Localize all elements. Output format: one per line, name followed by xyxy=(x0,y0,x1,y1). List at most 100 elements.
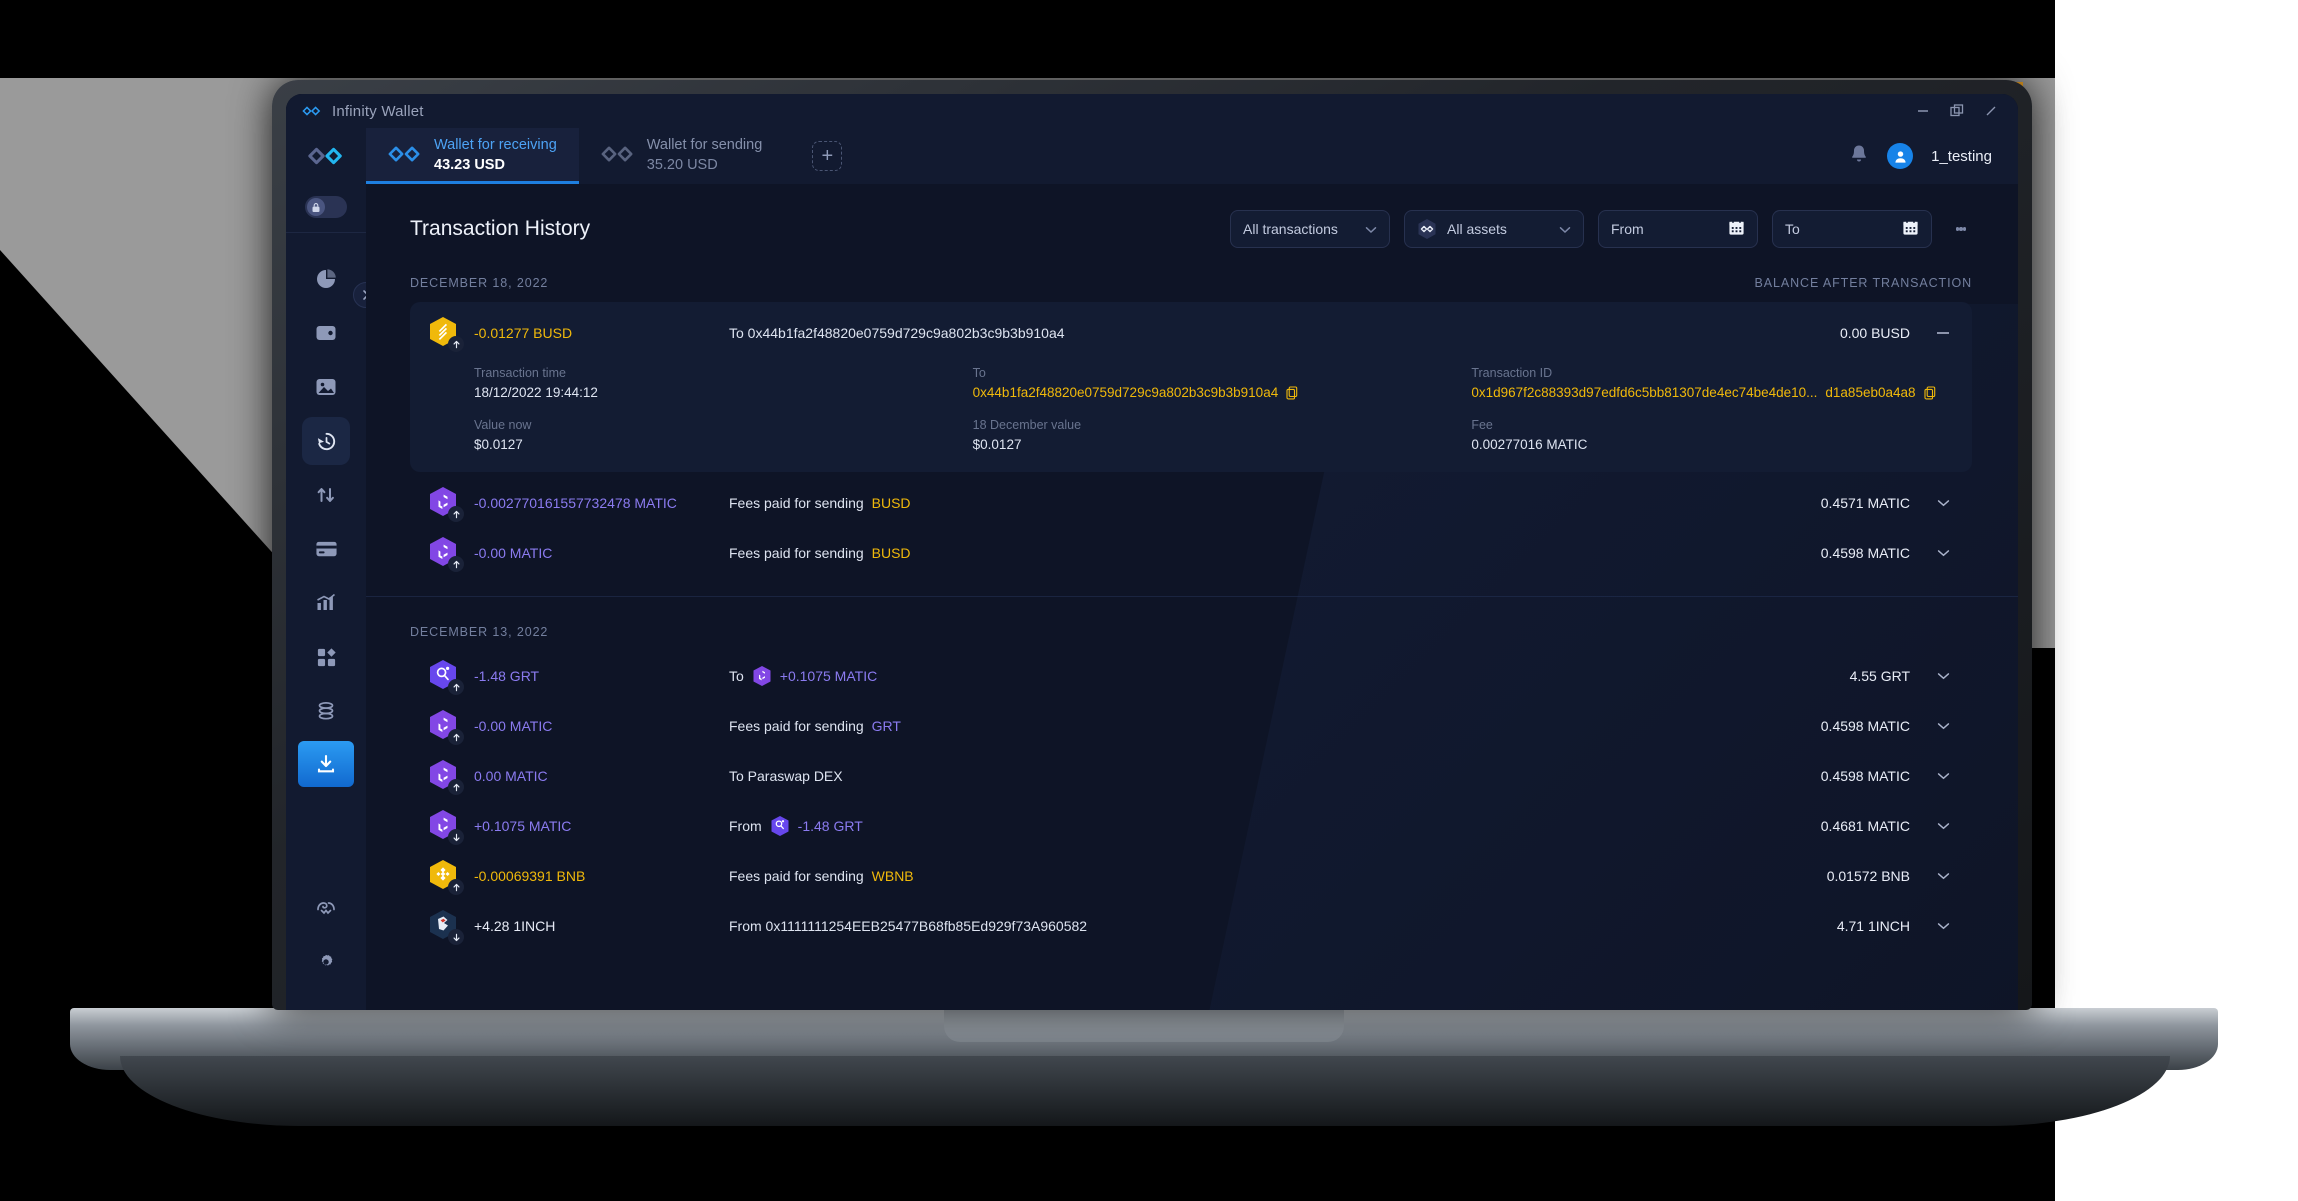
transaction-description: To Paraswap DEX xyxy=(729,768,843,784)
laptop-foot xyxy=(120,1056,2170,1126)
wallet-tab-balance: 35.20 USD xyxy=(646,157,718,173)
sidebar-item-nfts[interactable] xyxy=(302,363,350,411)
window-minimize-button[interactable] xyxy=(1906,98,1940,124)
wallet-tab-receiving[interactable]: Wallet for receiving 43.23 USD xyxy=(366,128,579,184)
more-options-button[interactable] xyxy=(1946,210,1976,248)
transaction-description: From -1.48 GRT xyxy=(729,815,1740,837)
sidebar-item-settings[interactable] xyxy=(302,938,350,986)
date-from-field[interactable]: From xyxy=(1598,210,1758,248)
transaction-row[interactable]: -0.002770161557732478 MATIC Fees paid fo… xyxy=(410,478,1972,528)
detail-value-row: 0x44b1fa2f48820e0759d729c9a802b3c9b3b910… xyxy=(973,385,1452,400)
sidebar-item-staking[interactable] xyxy=(302,687,350,735)
sidebar-bottom-nav xyxy=(302,884,350,1010)
balance-after: 0.4598 MATIC xyxy=(1820,545,1910,561)
date-from-value: From xyxy=(1611,221,1644,237)
balance-after: 0.00 BUSD xyxy=(1839,325,1910,341)
description-token: GRT xyxy=(871,718,901,734)
transaction-row[interactable]: -0.00069391 BNB Fees paid for sending WB… xyxy=(410,851,1972,901)
coin-icon-matic-inline xyxy=(752,665,772,687)
transaction-row[interactable]: +4.28 1INCH From 0x1111111254EEB25477B68… xyxy=(410,901,1972,951)
sidebar-item-support[interactable] xyxy=(302,884,350,932)
notifications-bell-icon[interactable] xyxy=(1849,143,1869,170)
expand-toggle-icon[interactable] xyxy=(1910,672,1950,680)
direction-out-icon xyxy=(448,556,464,572)
filter-toolbar: All transactions All assets From To xyxy=(1230,210,1976,248)
sidebar-item-swap[interactable] xyxy=(302,471,350,519)
detail-fee: Fee 0.00277016 MATIC xyxy=(1471,418,1950,452)
transaction-amount: -0.002770161557732478 MATIC xyxy=(474,495,677,511)
calendar-icon xyxy=(1728,219,1745,239)
section-date-label: DECEMBER 13, 2022 xyxy=(410,625,549,639)
chevron-down-icon xyxy=(1365,221,1377,237)
transaction-description: To 0x44b1fa2f48820e0759d729c9a802b3c9b3b… xyxy=(729,325,1065,341)
transaction-description: From 0x1111111254EEB25477B68fb85Ed929f73… xyxy=(729,918,1088,934)
date-to-value: To xyxy=(1785,221,1800,237)
detail-label: Fee xyxy=(1471,418,1493,432)
lock-icon xyxy=(307,198,325,216)
detail-value-suffix: d1a85eb0a4a8 xyxy=(1825,385,1916,400)
laptop-screen-frame: Infinity Wallet Wallet for receiving 43.… xyxy=(272,80,2032,1010)
detail-value: 0x44b1fa2f48820e0759d729c9a802b3c9b3b910… xyxy=(972,385,1279,400)
transaction-summary[interactable]: -0.01277 BUSD To 0x44b1fa2f48820e0759d72… xyxy=(428,316,1950,352)
transaction-list-dec13: -1.48 GRT To +0.1075 MATIC 4.55 GRT -0.0… xyxy=(366,651,2018,951)
expand-toggle-icon[interactable] xyxy=(1910,499,1950,507)
description-token: BUSD xyxy=(871,545,911,561)
detail-transaction-id: Transaction ID 0x1d967f2c88393d97edfd6c5… xyxy=(1471,366,1950,400)
calendar-icon xyxy=(1902,219,1919,239)
wallet-tab-balance: 43.23 USD xyxy=(434,157,505,173)
description-text: Fees paid for sending xyxy=(729,718,864,734)
expand-toggle-icon[interactable] xyxy=(1910,722,1950,730)
description-text: From xyxy=(729,818,762,834)
expand-toggle-icon[interactable] xyxy=(1910,549,1950,557)
laptop-display: Infinity Wallet Wallet for receiving 43.… xyxy=(286,94,2018,1010)
user-avatar[interactable] xyxy=(1887,143,1914,169)
detail-to-address: To 0x44b1fa2f48820e0759d729c9a802b3c9b3b… xyxy=(973,366,1452,400)
collapse-toggle-icon[interactable] xyxy=(1910,331,1950,335)
window-close-button[interactable] xyxy=(1974,98,2008,124)
main-content: Transaction History All transactions All… xyxy=(366,184,2018,1010)
transaction-type-value: All transactions xyxy=(1243,221,1338,237)
transaction-amount: -0.00 MATIC xyxy=(474,718,553,734)
transaction-row[interactable]: -0.00 MATIC Fees paid for sending BUSD 0… xyxy=(410,528,1972,578)
section-header-dec18: DECEMBER 18, 2022 BALANCE AFTER TRANSACT… xyxy=(366,248,2018,302)
backdrop-white-panel xyxy=(2055,78,2298,648)
expand-toggle-icon[interactable] xyxy=(1910,772,1950,780)
transaction-row[interactable]: -1.48 GRT To +0.1075 MATIC 4.55 GRT xyxy=(410,651,1972,701)
transaction-amount: 0.00 MATIC xyxy=(474,768,548,784)
transaction-amount: -1.48 GRT xyxy=(474,668,540,684)
expand-toggle-icon[interactable] xyxy=(1910,872,1950,880)
transaction-row[interactable]: +0.1075 MATIC From -1.48 GRT 0.4681 MATI… xyxy=(410,801,1972,851)
date-to-field[interactable]: To xyxy=(1772,210,1932,248)
transaction-row[interactable]: -0.00 MATIC Fees paid for sending GRT 0.… xyxy=(410,701,1972,751)
sidebar-item-apps[interactable] xyxy=(302,633,350,681)
sidebar-item-card[interactable] xyxy=(302,525,350,573)
wallet-tab-text: Wallet for receiving 43.23 USD xyxy=(434,136,557,175)
transaction-row[interactable]: 0.00 MATIC To Paraswap DEX 0.4598 MATIC xyxy=(410,751,1972,801)
sidebar-item-wallet[interactable] xyxy=(302,309,350,357)
window-maximize-button[interactable] xyxy=(1940,98,1974,124)
sidebar-item-history[interactable] xyxy=(302,417,350,465)
sidebar-item-portfolio[interactable] xyxy=(302,255,350,303)
wallet-tab-icon xyxy=(601,144,635,169)
sidebar-item-download[interactable] xyxy=(298,741,354,787)
wallet-tab-sending[interactable]: Wallet for sending 35.20 USD xyxy=(579,128,785,184)
detail-value: $0.0127 xyxy=(474,437,523,452)
coin-icon-matic xyxy=(428,486,464,522)
transaction-detail-grid: Transaction time 18/12/2022 19:44:12 To … xyxy=(428,350,1950,452)
transaction-row-expanded[interactable]: -0.01277 BUSD To 0x44b1fa2f48820e0759d72… xyxy=(410,302,1972,472)
copy-icon[interactable] xyxy=(1923,385,1936,400)
asset-select[interactable]: All assets xyxy=(1404,210,1584,248)
expand-toggle-icon[interactable] xyxy=(1910,922,1950,930)
section-date-label: DECEMBER 18, 2022 xyxy=(410,276,549,290)
copy-icon[interactable] xyxy=(1286,385,1298,400)
lock-toggle[interactable] xyxy=(305,196,347,218)
transaction-amount: +0.1075 MATIC xyxy=(474,818,572,834)
transaction-type-select[interactable]: All transactions xyxy=(1230,210,1390,248)
balance-after: 4.71 1INCH xyxy=(1836,918,1910,934)
wallet-tab-name: Wallet for sending xyxy=(646,137,763,154)
direction-out-icon xyxy=(448,336,464,352)
sidebar-item-markets[interactable] xyxy=(302,579,350,627)
page-title: Transaction History xyxy=(410,217,591,240)
expand-toggle-icon[interactable] xyxy=(1910,822,1950,830)
add-wallet-button[interactable]: + xyxy=(812,141,843,171)
